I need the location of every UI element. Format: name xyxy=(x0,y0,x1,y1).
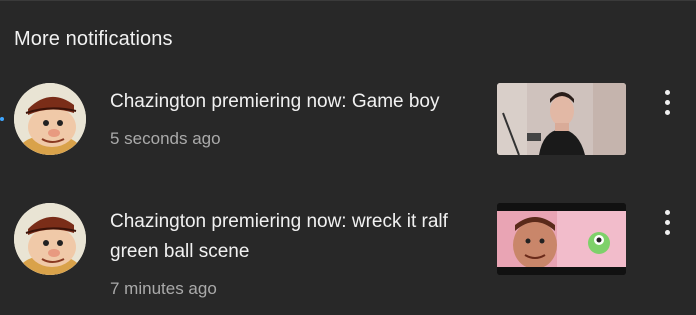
notification-title: Chazington premiering now: wreck it ralf… xyxy=(110,211,448,262)
more-options-button[interactable] xyxy=(655,87,679,117)
notification-title: Chazington premiering now: Game boy xyxy=(110,91,440,112)
animation-thumbnail-icon xyxy=(497,203,626,275)
notification-item[interactable]: Chazington premiering now: wreck it ralf… xyxy=(0,199,696,309)
more-vert-icon-dot xyxy=(664,229,670,235)
cartoon-avatar-icon xyxy=(14,83,86,155)
webcam-thumbnail-icon xyxy=(497,83,626,155)
cartoon-avatar-icon xyxy=(14,203,86,275)
more-vert-icon-dot xyxy=(664,109,670,115)
video-thumbnail[interactable] xyxy=(497,83,626,155)
channel-avatar[interactable] xyxy=(14,203,86,275)
more-vert-icon-dot xyxy=(664,89,670,95)
notification-time: 5 seconds ago xyxy=(110,129,221,148)
more-vert-icon-dot xyxy=(664,219,670,225)
channel-avatar[interactable] xyxy=(14,83,86,155)
notification-item[interactable]: Chazington premiering now: Game boy 5 se… xyxy=(0,79,696,189)
unread-indicator xyxy=(0,117,4,121)
more-vert-icon-dot xyxy=(664,209,670,215)
video-thumbnail[interactable] xyxy=(497,203,626,275)
notification-time: 7 minutes ago xyxy=(110,279,217,298)
section-title: More notifications xyxy=(14,28,173,50)
notifications-panel: More notifications Chazington premiering… xyxy=(0,0,696,315)
more-options-button[interactable] xyxy=(655,207,679,237)
more-vert-icon-dot xyxy=(664,99,670,105)
